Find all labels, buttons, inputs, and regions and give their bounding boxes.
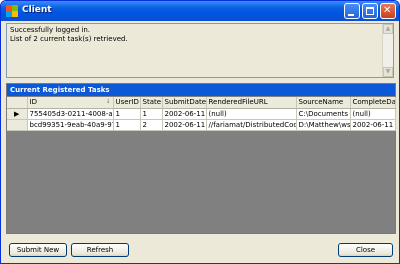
- submit-new-button[interactable]: Submit New: [9, 243, 67, 257]
- cell-completedate[interactable]: 2002-06-11: [350, 119, 396, 131]
- cell-sourcename[interactable]: D:\Matthew\wsc: [296, 119, 351, 131]
- cell-id[interactable]: bcd99351-9eab-40a9-97df-: [27, 119, 114, 131]
- log-scrollbar[interactable]: ▲ ▼: [382, 24, 393, 77]
- maximize-button[interactable]: [362, 3, 378, 19]
- current-row-marker-icon[interactable]: ▶: [7, 108, 28, 120]
- table-row[interactable]: bcd99351-9eab-40a9-97df- 1 2 2002-06-11 …: [7, 119, 396, 131]
- log-line: Successfully logged in.: [10, 26, 91, 34]
- cell-userid[interactable]: 1: [113, 108, 141, 120]
- cell-state[interactable]: 1: [140, 108, 163, 120]
- minimize-icon: [348, 14, 354, 16]
- column-header-userid[interactable]: UserID: [113, 97, 141, 109]
- client-window: Client ✕ Successfully logged in. List of…: [0, 0, 400, 264]
- status-log[interactable]: Successfully logged in. List of 2 curren…: [6, 23, 394, 78]
- row-header[interactable]: [7, 119, 28, 131]
- cell-submitdate[interactable]: 2002-06-11: [162, 108, 207, 120]
- cell-state[interactable]: 2: [140, 119, 163, 131]
- cell-id[interactable]: 755405d3-0211-4008-ade1: [27, 108, 114, 120]
- column-header-completedate[interactable]: CompleteDa: [350, 97, 396, 109]
- row-header-corner: [7, 97, 28, 109]
- close-icon: ✕: [383, 5, 392, 16]
- table-row[interactable]: ▶ 755405d3-0211-4008-ade1 1 1 2002-06-11…: [7, 108, 396, 120]
- status-log-text: Successfully logged in. List of 2 curren…: [10, 26, 128, 44]
- log-line: List of 2 current task(s) retrieved.: [10, 35, 128, 43]
- minimize-button[interactable]: [344, 3, 360, 19]
- maximize-icon: [366, 7, 374, 15]
- column-header-label: ID: [29, 98, 37, 107]
- title-bar[interactable]: Client ✕: [1, 1, 399, 21]
- cell-completedate[interactable]: (null): [350, 108, 396, 120]
- table-header-row: ID ↓ UserID State SubmitDate RenderedFile…: [7, 97, 396, 109]
- column-header-sourcename[interactable]: SourceName: [296, 97, 351, 109]
- scroll-down-icon[interactable]: ▼: [383, 67, 393, 77]
- cell-renderedfileurl[interactable]: (null): [206, 108, 297, 120]
- grid-caption: Current Registered Tasks: [7, 84, 395, 96]
- tasks-table: ID ↓ UserID State SubmitDate RenderedFile…: [7, 97, 396, 131]
- column-header-renderedfileurl[interactable]: RenderedFileURL: [206, 97, 297, 109]
- column-header-state[interactable]: State: [140, 97, 163, 109]
- cell-renderedfileurl[interactable]: //fariamat/DistributedCode: [206, 119, 297, 131]
- cell-userid[interactable]: 1: [113, 119, 141, 131]
- column-header-submitdate[interactable]: SubmitDate: [162, 97, 207, 109]
- app-icon: [6, 5, 18, 17]
- window-title: Client: [22, 5, 52, 15]
- column-header-id[interactable]: ID ↓: [27, 97, 114, 109]
- scroll-up-icon[interactable]: ▲: [383, 24, 393, 34]
- cell-submitdate[interactable]: 2002-06-11: [162, 119, 207, 131]
- refresh-button[interactable]: Refresh: [71, 243, 129, 257]
- tasks-grid: Current Registered Tasks ID ↓ UserID Stat…: [6, 83, 396, 234]
- sort-ascending-icon: ↓: [105, 98, 111, 106]
- close-button[interactable]: Close: [338, 243, 393, 257]
- close-window-button[interactable]: ✕: [380, 3, 396, 19]
- cell-sourcename[interactable]: C:\Documents a: [296, 108, 351, 120]
